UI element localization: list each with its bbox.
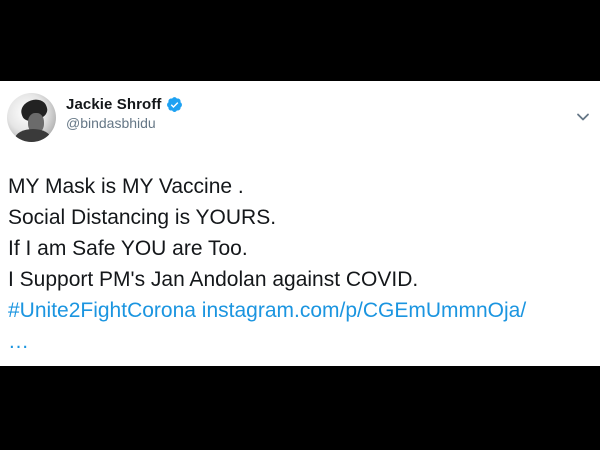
instagram-link[interactable]: instagram.com/p/CGEmUmmnOja/ [202,299,526,322]
tweet-text-line: Social Distancing is YOURS. [8,206,277,229]
author-handle[interactable]: @bindasbhidu [66,115,183,131]
tweet-links-line: #Unite2FightCorona instagram.com/p/CGEmU… [8,295,598,326]
author-display-name[interactable]: Jackie Shroff [66,96,162,113]
verified-badge-icon [166,96,183,113]
author-block[interactable]: Jackie Shroff @bindasbhidu [66,94,183,131]
truncation-ellipsis[interactable]: … [8,326,598,357]
avatar[interactable] [7,93,56,142]
tweet-card[interactable]: Jackie Shroff @bindasbhidu MY Mask is MY… [0,81,600,366]
chevron-down-icon[interactable] [575,109,591,125]
hashtag-link[interactable]: #Unite2FightCorona [8,299,196,322]
tweet-body: MY Mask is MY Vaccine . Social Distancin… [8,171,598,357]
tweet-text-line: I Support PM's Jan Andolan against COVID… [8,268,419,291]
screenshot-frame: Jackie Shroff @bindasbhidu MY Mask is MY… [0,0,600,450]
display-name-row[interactable]: Jackie Shroff [66,94,183,114]
tweet-text-line: MY Mask is MY Vaccine . [8,175,244,198]
tweet-text-line: If I am Safe YOU are Too. [8,237,248,260]
avatar-shoulder-shape [15,129,51,142]
